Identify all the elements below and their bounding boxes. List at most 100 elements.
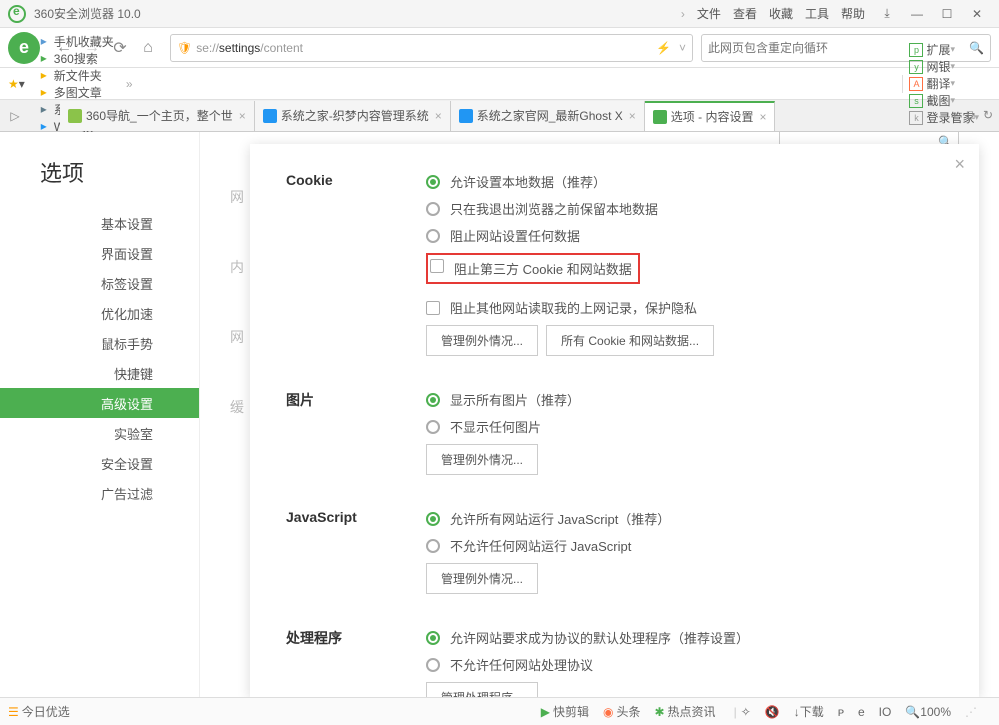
tab[interactable]: 系统之家-织梦内容管理系统× bbox=[255, 101, 451, 131]
manage-button[interactable]: 所有 Cookie 和网站数据... bbox=[546, 325, 714, 356]
radio-option[interactable]: 允许所有网站运行 JavaScript（推荐） bbox=[426, 509, 943, 528]
radio-icon bbox=[426, 393, 440, 407]
pin-button[interactable]: ⤓ bbox=[873, 4, 901, 24]
tab-label: 360导航_一个主页，整个世 bbox=[86, 107, 233, 124]
toolbar-ext-item[interactable]: p扩展 ▾ bbox=[909, 41, 979, 58]
tab-list-icon[interactable]: ▷ bbox=[0, 109, 30, 123]
sidebar-item[interactable]: 基本设置 bbox=[0, 208, 199, 238]
radio-icon bbox=[426, 512, 440, 526]
manage-button[interactable]: 管理处理程序... bbox=[426, 682, 538, 697]
mute-icon[interactable]: 🔇 bbox=[765, 705, 780, 719]
content-settings-modal: × Cookie允许设置本地数据（推荐）只在我退出浏览器之前保留本地数据阻止网站… bbox=[250, 144, 979, 697]
favorites-icon[interactable]: ★▾ bbox=[8, 77, 25, 91]
page-title: 选项 bbox=[0, 142, 199, 208]
radio-option[interactable]: 不允许任何网站运行 JavaScript bbox=[426, 536, 943, 555]
radio-icon bbox=[426, 202, 440, 216]
radio-option[interactable]: 只在我退出浏览器之前保留本地数据 bbox=[426, 199, 943, 218]
new-tab-button[interactable]: + bbox=[951, 108, 958, 123]
headlines[interactable]: ◉头条 bbox=[603, 703, 641, 720]
group-label: 处理程序 bbox=[286, 628, 426, 697]
radio-option[interactable]: 不显示任何图片 bbox=[426, 417, 943, 436]
today-picks[interactable]: ☰今日优选 bbox=[8, 703, 70, 720]
setting-group: JavaScript允许所有网站运行 JavaScript（推荐）不允许任何网站… bbox=[286, 509, 943, 594]
radio-icon bbox=[426, 420, 440, 434]
close-button[interactable]: ✕ bbox=[963, 4, 991, 24]
radio-icon bbox=[426, 539, 440, 553]
shield-icon: 🛡 bbox=[177, 41, 192, 55]
checkbox-option[interactable]: 阻止其他网站读取我的上网记录，保护隐私 bbox=[426, 298, 943, 317]
browser-logo-large-icon[interactable]: e bbox=[8, 32, 40, 64]
checkbox-option[interactable]: 阻止第三方 Cookie 和网站数据 bbox=[426, 253, 943, 290]
menu-chevron-icon[interactable]: › bbox=[681, 7, 685, 21]
sidebar-item[interactable]: 安全设置 bbox=[0, 448, 199, 478]
sidebar-item[interactable]: 快捷键 bbox=[0, 358, 199, 388]
tab[interactable]: 系统之家官网_最新Ghost X× bbox=[451, 101, 645, 131]
tab[interactable]: 选项 - 内容设置 × bbox=[645, 101, 776, 131]
bookmark-item[interactable]: ▸多图文章 bbox=[37, 84, 114, 101]
radio-label: 不允许任何网站处理协议 bbox=[450, 655, 593, 674]
menu-file[interactable]: 文件 bbox=[697, 5, 721, 22]
restore-tab-button[interactable]: ↻ bbox=[983, 108, 993, 123]
bookmark-item[interactable]: ▸手机收藏夹 bbox=[37, 33, 114, 50]
tab-close-icon[interactable]: × bbox=[239, 109, 246, 123]
toolbar-ext-item[interactable]: A翻译 ▾ bbox=[909, 75, 979, 92]
sidebar-item[interactable]: 实验室 bbox=[0, 418, 199, 448]
radio-icon bbox=[426, 658, 440, 672]
tab-favicon-icon bbox=[459, 109, 473, 123]
menu-view[interactable]: 查看 bbox=[733, 5, 757, 22]
status-p-icon[interactable]: ᴘ bbox=[838, 705, 844, 719]
maximize-button[interactable]: ☐ bbox=[933, 4, 961, 24]
status-icon[interactable]: ✧ bbox=[741, 705, 751, 719]
tab-close-icon[interactable]: × bbox=[435, 109, 442, 123]
tab-favicon-icon bbox=[68, 109, 82, 123]
radio-option[interactable]: 不允许任何网站处理协议 bbox=[426, 655, 943, 674]
manage-button[interactable]: 管理例外情况... bbox=[426, 444, 538, 475]
tab[interactable]: 360导航_一个主页，整个世 × bbox=[60, 101, 255, 131]
zoom-level[interactable]: 🔍 100% bbox=[905, 705, 951, 719]
sidebar-item[interactable]: 标签设置 bbox=[0, 268, 199, 298]
status-io-icon[interactable]: IO bbox=[879, 705, 892, 719]
toolbar-ext-item[interactable]: y网银 ▾ bbox=[909, 58, 979, 75]
radio-option[interactable]: 允许设置本地数据（推荐） bbox=[426, 172, 943, 191]
dropdown-icon[interactable]: ˅ bbox=[679, 41, 686, 55]
manage-button[interactable]: 管理例外情况... bbox=[426, 325, 538, 356]
menu-favorites[interactable]: 收藏 bbox=[769, 5, 793, 22]
modal-close-button[interactable]: × bbox=[954, 154, 965, 175]
radio-label: 允许所有网站运行 JavaScript（推荐） bbox=[450, 509, 670, 528]
tab-favicon-icon bbox=[263, 109, 277, 123]
radio-label: 只在我退出浏览器之前保留本地数据 bbox=[450, 199, 658, 218]
settings-sidebar: 选项 基本设置界面设置标签设置优化加速鼠标手势快捷键高级设置实验室安全设置广告过… bbox=[0, 132, 200, 697]
manage-button[interactable]: 管理例外情况... bbox=[426, 563, 538, 594]
status-e-icon[interactable]: e bbox=[858, 705, 865, 719]
hot-news[interactable]: ✱热点资讯 bbox=[654, 703, 715, 720]
checkbox-label: 阻止第三方 Cookie 和网站数据 bbox=[454, 259, 632, 278]
address-bar[interactable]: 🛡 se://settings/content ⚡ ˅ bbox=[170, 34, 693, 62]
tab-label: 选项 - 内容设置 bbox=[671, 108, 754, 125]
download-icon[interactable]: ↓ 下载 bbox=[794, 703, 824, 720]
minimize-button[interactable]: — bbox=[903, 4, 931, 24]
checkbox-label: 阻止其他网站读取我的上网记录，保护隐私 bbox=[450, 298, 697, 317]
navigation-bar: e ← → ⟳ ⌂ 🛡 se://settings/content ⚡ ˅ 🔍 bbox=[0, 28, 999, 68]
radio-label: 不显示任何图片 bbox=[450, 417, 541, 436]
quick-clip[interactable]: ▶快剪辑 bbox=[541, 703, 589, 720]
radio-label: 显示所有图片（推荐） bbox=[450, 390, 580, 409]
menu-help[interactable]: 帮助 bbox=[841, 5, 865, 22]
sidebar-item[interactable]: 优化加速 bbox=[0, 298, 199, 328]
tab-overflow-button[interactable]: ⧉ bbox=[966, 108, 975, 123]
tab-close-icon[interactable]: × bbox=[759, 110, 766, 124]
radio-option[interactable]: 阻止网站设置任何数据 bbox=[426, 226, 943, 245]
sidebar-item[interactable]: 界面设置 bbox=[0, 238, 199, 268]
sidebar-item[interactable]: 广告过滤 bbox=[0, 478, 199, 508]
radio-option[interactable]: 允许网站要求成为协议的默认处理程序（推荐设置） bbox=[426, 628, 943, 647]
bookmark-item[interactable]: ▸新文件夹 bbox=[37, 67, 114, 84]
title-bar: 360安全浏览器 10.0 › 文件 查看 收藏 工具 帮助 ⤓ — ☐ ✕ bbox=[0, 0, 999, 28]
checkbox-icon bbox=[426, 301, 440, 315]
home-button[interactable]: ⌂ bbox=[134, 34, 162, 62]
menu-tools[interactable]: 工具 bbox=[805, 5, 829, 22]
bookmark-item[interactable]: ▸360搜索 bbox=[37, 50, 114, 67]
resize-grip-icon[interactable]: ⋰ bbox=[965, 705, 977, 719]
radio-option[interactable]: 显示所有图片（推荐） bbox=[426, 390, 943, 409]
tab-close-icon[interactable]: × bbox=[629, 109, 636, 123]
sidebar-item[interactable]: 鼠标手势 bbox=[0, 328, 199, 358]
sidebar-item[interactable]: 高级设置 bbox=[0, 388, 199, 418]
